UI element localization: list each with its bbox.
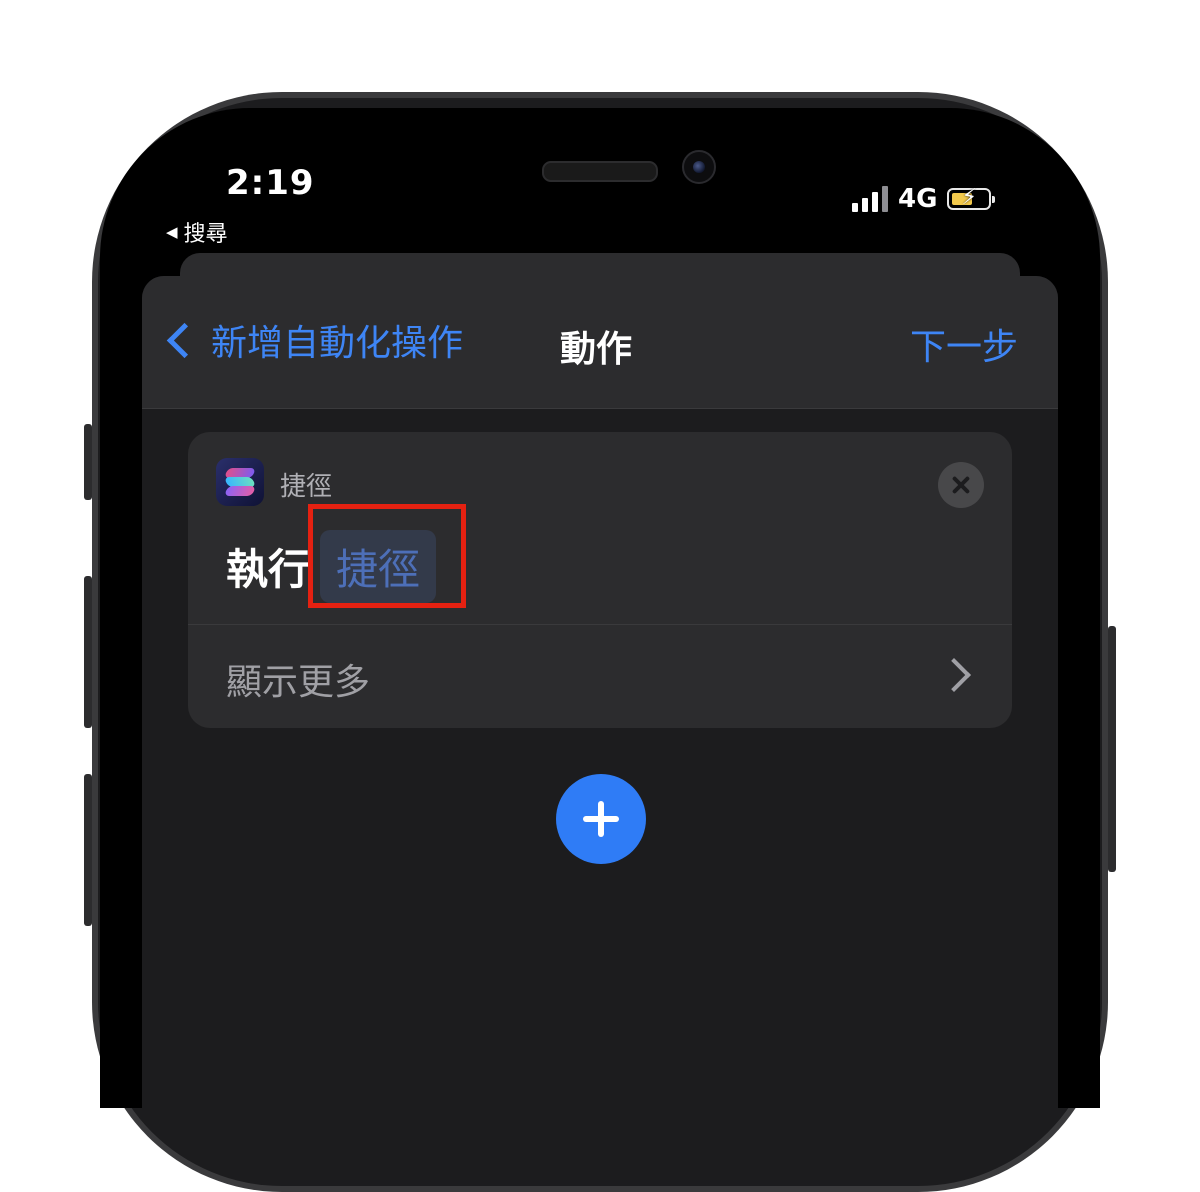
chevron-right-icon [937, 658, 971, 692]
status-time: 2:19 [226, 163, 315, 203]
nav-back-button[interactable]: 新增自動化操作 [162, 314, 463, 366]
add-action-plus-icon[interactable] [556, 774, 646, 864]
page-title: 動作 [560, 329, 633, 370]
earpiece [542, 161, 658, 182]
highlight-box [308, 504, 467, 608]
show-more-label: 顯示更多 [226, 662, 371, 703]
chevron-left-icon [166, 322, 203, 358]
nav-back-label: 新增自動化操作 [211, 323, 464, 364]
mute-switch [84, 424, 92, 500]
remove-action-close-icon[interactable] [938, 462, 984, 508]
back-app-label: 搜尋 [183, 222, 228, 247]
action-run-row: 執行 捷徑 [226, 504, 467, 608]
volume-down-button [84, 774, 92, 926]
navigation-bar: 新增自動化操作 動作 下一步 [142, 276, 1058, 409]
back-to-app-link[interactable]: ◀ 搜尋 [166, 216, 228, 248]
front-camera [682, 150, 716, 184]
back-triangle-icon: ◀ [166, 223, 178, 241]
volume-up-button [84, 576, 92, 728]
show-more-row[interactable]: 顯示更多 [188, 625, 1012, 728]
power-button [1108, 626, 1116, 872]
shortcut-token-wrapper: 捷徑 [308, 504, 467, 608]
shortcuts-app-icon [216, 458, 264, 506]
status-indicators: 4G ⚡ [852, 184, 996, 214]
network-type: 4G [898, 184, 938, 214]
phone-screen: 2:19 ◀ 搜尋 4G ⚡ 新增自動化操作 動作 下一步 捷徑 執行 捷徑 顯… [100, 108, 1100, 1108]
battery-charging-icon: ⚡ [947, 186, 996, 210]
cellular-signal-icon [852, 186, 888, 212]
action-card: 捷徑 執行 捷徑 顯示更多 [188, 432, 1012, 728]
action-app-name: 捷徑 [280, 472, 333, 502]
next-button[interactable]: 下一步 [910, 318, 1018, 370]
action-sheet: 新增自動化操作 動作 下一步 捷徑 執行 捷徑 顯示更多 [142, 276, 1058, 1108]
run-label: 執行 [226, 545, 311, 594]
